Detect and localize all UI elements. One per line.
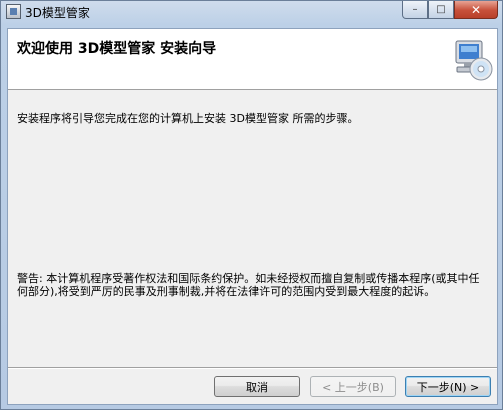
installer-app-icon bbox=[6, 4, 21, 19]
computer-cd-icon bbox=[455, 40, 493, 81]
wizard-client-area: 欢迎使用 3D模型管家 安装向导 安装程序将引导您完成在您的计算机上安装 3D模… bbox=[7, 28, 498, 405]
minimize-button[interactable]: – bbox=[402, 1, 428, 19]
back-button[interactable]: < 上一步(B) bbox=[310, 376, 396, 397]
cancel-button[interactable]: 取消 bbox=[214, 376, 300, 397]
wizard-title: 欢迎使用 3D模型管家 安装向导 bbox=[17, 41, 217, 57]
maximize-button[interactable]: □ bbox=[428, 1, 454, 19]
next-button[interactable]: 下一步(N) > bbox=[405, 376, 491, 397]
installer-window: 3D模型管家 – □ ✕ 欢迎使用 3D模型管家 安装向导 安装程序将引导您完成… bbox=[0, 0, 503, 410]
title-bar[interactable]: 3D模型管家 – □ ✕ bbox=[1, 1, 502, 23]
wizard-header: 欢迎使用 3D模型管家 安装向导 bbox=[8, 29, 497, 90]
close-button[interactable]: ✕ bbox=[454, 1, 498, 19]
button-divider bbox=[8, 367, 497, 369]
window-title: 3D模型管家 bbox=[25, 6, 90, 20]
copyright-warning: 警告: 本计算机程序受著作权法和国际条约保护。如未经授权而擅自复制或传播本程序(… bbox=[17, 272, 480, 298]
caption-buttons: – □ ✕ bbox=[402, 1, 498, 20]
intro-text: 安装程序将引导您完成在您的计算机上安装 3D模型管家 所需的步骤。 bbox=[17, 112, 359, 125]
